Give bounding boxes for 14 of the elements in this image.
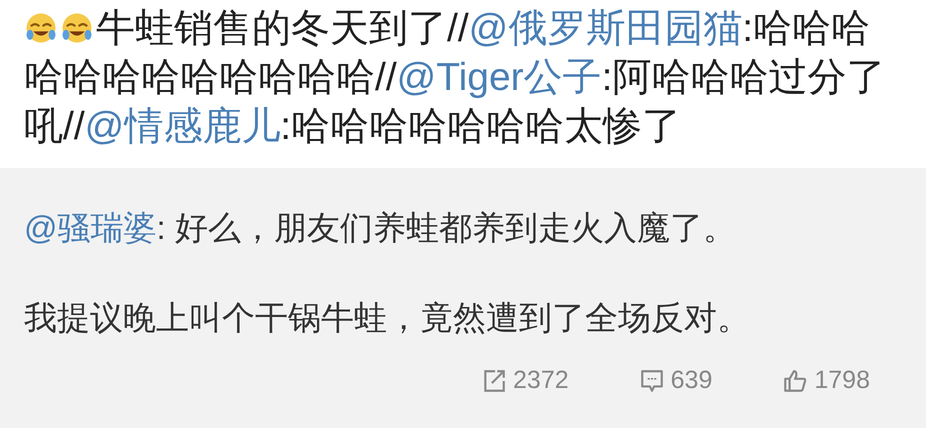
mention-link[interactable]: @情感鹿儿: [84, 105, 280, 148]
repost-text: 牛蛙销售的冬天到了//@俄罗斯田园猫:哈哈哈哈哈哈哈哈哈哈哈哈//@Tiger公子:阿哈哈哈过分了吼//@情感鹿儿:哈哈哈哈哈哈哈太惨了: [24, 6, 887, 150]
like-button[interactable]: 1798: [782, 366, 870, 395]
mention-link[interactable]: @Tiger公子: [396, 56, 602, 99]
mention-link[interactable]: @俄罗斯田园猫: [468, 7, 742, 50]
laughing-crying-emoji-icon: [24, 11, 58, 45]
repost-button[interactable]: 2372: [481, 366, 569, 395]
comment-button[interactable]: 639: [638, 366, 712, 395]
author-link[interactable]: @骚瑞婆: [24, 209, 156, 246]
post-text: @骚瑞婆: 好么，朋友们养蛙都养到走火入魔了。: [24, 208, 737, 248]
laughing-crying-emoji-icon: [60, 11, 94, 45]
post-text: 我提议晚上叫个干锅牛蛙，竟然遭到了全场反对。: [24, 298, 751, 338]
comment-icon: [638, 368, 665, 394]
thumbs-up-icon: [782, 368, 808, 394]
